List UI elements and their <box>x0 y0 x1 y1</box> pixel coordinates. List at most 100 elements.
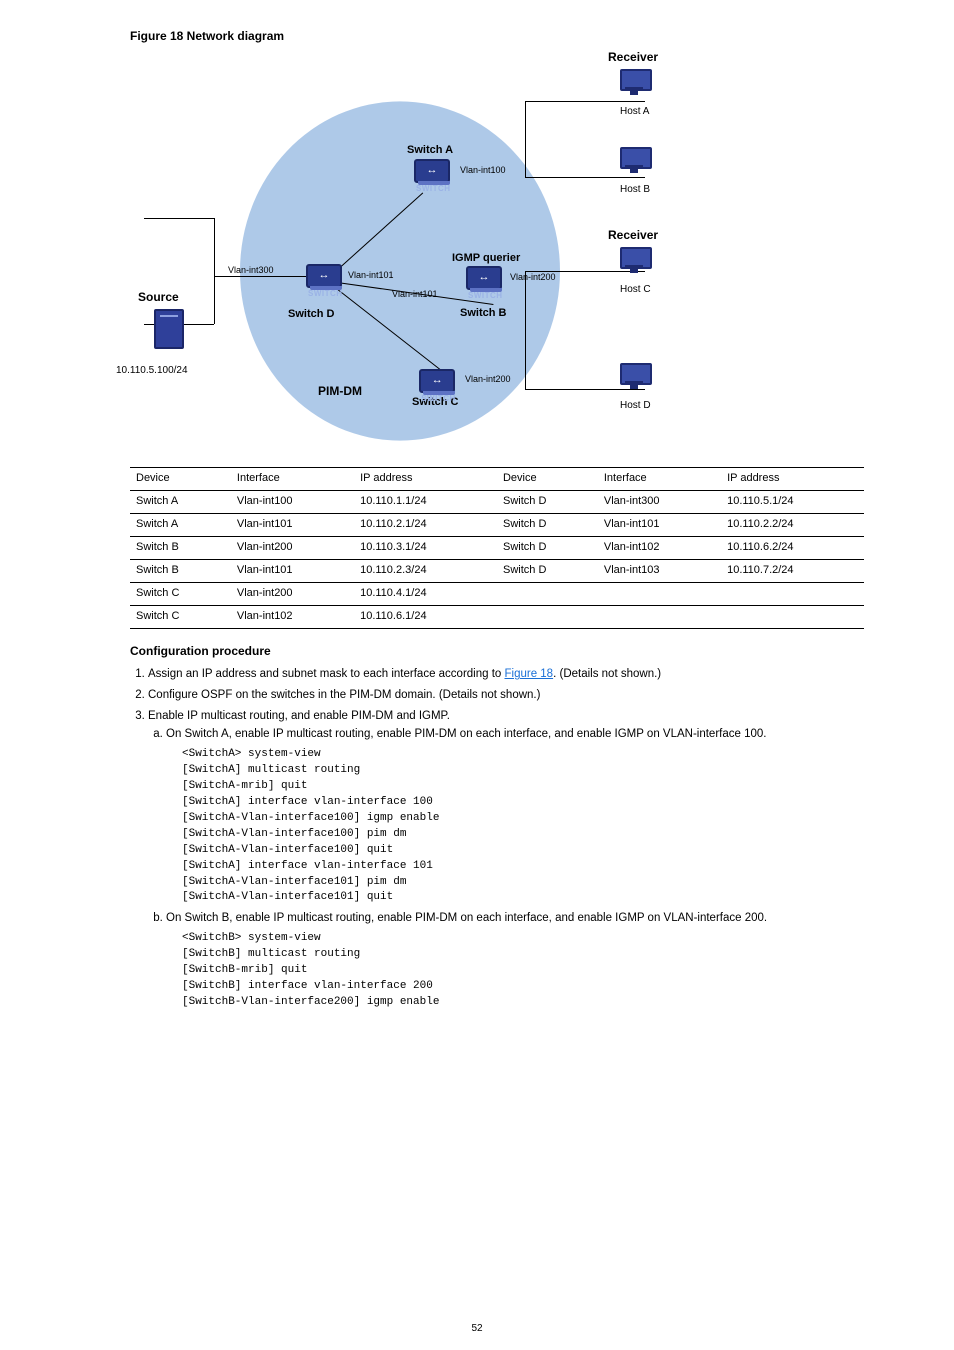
step-3a: On Switch A, enable IP multicast routing… <box>166 726 864 743</box>
table-row: Switch AVlan-int10110.110.2.1/24Switch D… <box>130 514 864 537</box>
th-ip2: IP address <box>721 468 864 491</box>
figure-18-link[interactable]: Figure 18 <box>505 668 554 680</box>
vlan-int101b-label: Vlan-int101 <box>392 288 438 301</box>
cell: Switch A <box>130 514 231 537</box>
pc-icon <box>617 147 651 173</box>
vlan-int101a-label: Vlan-int101 <box>348 269 394 282</box>
server-icon <box>154 309 184 349</box>
cell: Vlan-int101 <box>231 560 354 583</box>
cell: 10.110.7.2/24 <box>721 560 864 583</box>
cell: Switch D <box>497 514 598 537</box>
table-header-row: Device Interface IP address Device Inter… <box>130 468 864 491</box>
cell <box>721 606 864 629</box>
cell <box>497 606 598 629</box>
switch-c-node: SWITCH Switch C <box>412 369 458 411</box>
table-row: Switch BVlan-int20010.110.3.1/24Switch D… <box>130 537 864 560</box>
host-a-label: Host A <box>620 105 649 120</box>
procedure-list: Assign an IP address and subnet mask to … <box>130 666 864 1010</box>
switch-icon: SWITCH <box>414 159 450 183</box>
th-device: Device <box>130 468 231 491</box>
cell: Vlan-int102 <box>598 537 721 560</box>
step-3: Enable IP multicast routing, and enable … <box>148 708 864 1011</box>
cmd-line: [SwitchB] interface vlan-interface 200 <box>182 979 864 995</box>
pim-dm-label: PIM-DM <box>318 383 362 400</box>
step-1-tail: . (Details not shown.) <box>553 668 661 680</box>
step-3-text: Enable IP multicast routing, and enable … <box>148 710 450 722</box>
host-c-icon-wrap <box>617 247 651 273</box>
switch-a-node: Switch A SWITCH <box>407 143 453 185</box>
table-row: Switch CVlan-int10210.110.6.1/24 <box>130 606 864 629</box>
table-row: Switch AVlan-int10010.110.1.1/24Switch D… <box>130 491 864 514</box>
diagram-line <box>525 177 645 178</box>
cell: 10.110.2.3/24 <box>354 560 497 583</box>
page-number: 52 <box>471 1322 482 1337</box>
switch-icon: SWITCH <box>306 264 342 288</box>
pc-icon <box>617 247 651 273</box>
table-row: Switch CVlan-int20010.110.4.1/24 <box>130 583 864 606</box>
step-2: Configure OSPF on the switches in the PI… <box>148 687 864 704</box>
igmp-querier-label: IGMP querier <box>452 251 520 267</box>
th-ip: IP address <box>354 468 497 491</box>
step-1: Assign an IP address and subnet mask to … <box>148 666 864 683</box>
diagram-line <box>525 389 645 390</box>
cmd-line: [SwitchA] interface vlan-interface 100 <box>182 795 864 811</box>
cmd-line: [SwitchA-Vlan-interface100] pim dm <box>182 827 864 843</box>
network-diagram: Switch A SWITCH Vlan-int100 IGMP querier… <box>130 51 690 461</box>
diagram-line <box>525 271 526 389</box>
cell: Switch D <box>497 560 598 583</box>
switch-icon: SWITCH <box>466 266 502 290</box>
cmd-line: [SwitchB-mrib] quit <box>182 963 864 979</box>
cell: 10.110.6.1/24 <box>354 606 497 629</box>
cell <box>721 583 864 606</box>
cell: 10.110.3.1/24 <box>354 537 497 560</box>
host-b-label: Host B <box>620 183 650 198</box>
cell: Switch A <box>130 491 231 514</box>
host-d-label: Host D <box>620 399 651 414</box>
cell <box>598 606 721 629</box>
host-c-label: Host C <box>620 283 651 298</box>
cmd-line: [SwitchB-Vlan-interface200] igmp enable <box>182 995 864 1011</box>
interface-ip-table: Device Interface IP address Device Inter… <box>130 467 864 629</box>
cell: Vlan-int102 <box>231 606 354 629</box>
cmd-line: [SwitchB] multicast routing <box>182 947 864 963</box>
vlan-int300-label: Vlan-int300 <box>228 264 274 277</box>
step-3-sublist: On Switch A, enable IP multicast routing… <box>148 726 864 743</box>
cell: Switch B <box>130 537 231 560</box>
table-row: Switch BVlan-int10110.110.2.3/24Switch D… <box>130 560 864 583</box>
cmd-line: [SwitchA-Vlan-interface100] igmp enable <box>182 811 864 827</box>
cell: 10.110.4.1/24 <box>354 583 497 606</box>
th-interface2: Interface <box>598 468 721 491</box>
cell <box>598 583 721 606</box>
igmp-querier-text: IGMP querier <box>452 251 520 267</box>
cmd-line: [SwitchA-Vlan-interface100] quit <box>182 843 864 859</box>
figure-caption: Figure 18 Network diagram <box>130 28 864 45</box>
cell: Vlan-int100 <box>231 491 354 514</box>
switch-icon: SWITCH <box>419 369 455 393</box>
cmd-line: <SwitchA> system-view <box>182 747 864 763</box>
server-icon-wrap <box>154 309 184 349</box>
cmd-line: <SwitchB> system-view <box>182 931 864 947</box>
cell: Vlan-int200 <box>231 537 354 560</box>
vlan-int200-label: Vlan-int200 <box>510 271 556 284</box>
diagram-line <box>214 218 215 324</box>
cell: 10.110.2.2/24 <box>721 514 864 537</box>
cell: 10.110.5.1/24 <box>721 491 864 514</box>
config-procedure-heading: Configuration procedure <box>130 643 864 660</box>
cell: Vlan-int300 <box>598 491 721 514</box>
cell: Vlan-int200 <box>231 583 354 606</box>
pc-icon <box>617 69 651 95</box>
cell: 10.110.1.1/24 <box>354 491 497 514</box>
cell: Vlan-int101 <box>231 514 354 537</box>
cell <box>497 583 598 606</box>
cell: Switch C <box>130 606 231 629</box>
step-3b: On Switch B, enable IP multicast routing… <box>166 910 864 927</box>
host-b-icon-wrap <box>617 147 651 173</box>
cell: Switch C <box>130 583 231 606</box>
step-1-text: Assign an IP address and subnet mask to … <box>148 668 505 680</box>
switch-b-node: SWITCH <box>466 266 498 292</box>
cmd-line: [SwitchA-mrib] quit <box>182 779 864 795</box>
cmd-line: [SwitchA] multicast routing <box>182 763 864 779</box>
cell: Switch D <box>497 537 598 560</box>
cell: Switch D <box>497 491 598 514</box>
pc-icon <box>617 363 651 389</box>
